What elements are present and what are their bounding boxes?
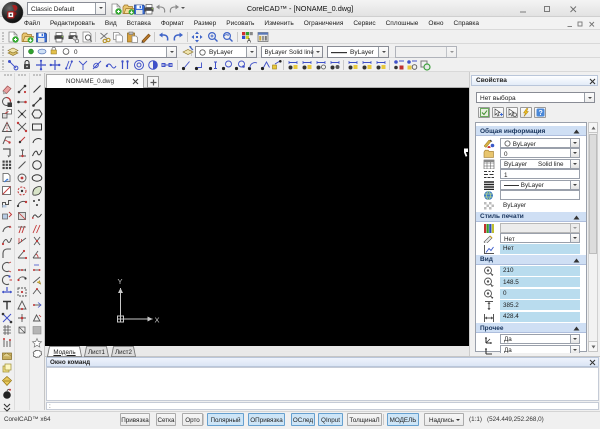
svg-text:x: x: [491, 273, 494, 276]
svg-text:y: y: [491, 284, 494, 287]
svg-text:Y: Y: [118, 277, 123, 286]
svg-text:z: z: [491, 296, 494, 299]
svg-text:?: ?: [538, 110, 542, 117]
svg-text:A: A: [247, 39, 251, 44]
svg-text:X: X: [155, 316, 160, 325]
svg-text:0: 0: [74, 49, 78, 56]
